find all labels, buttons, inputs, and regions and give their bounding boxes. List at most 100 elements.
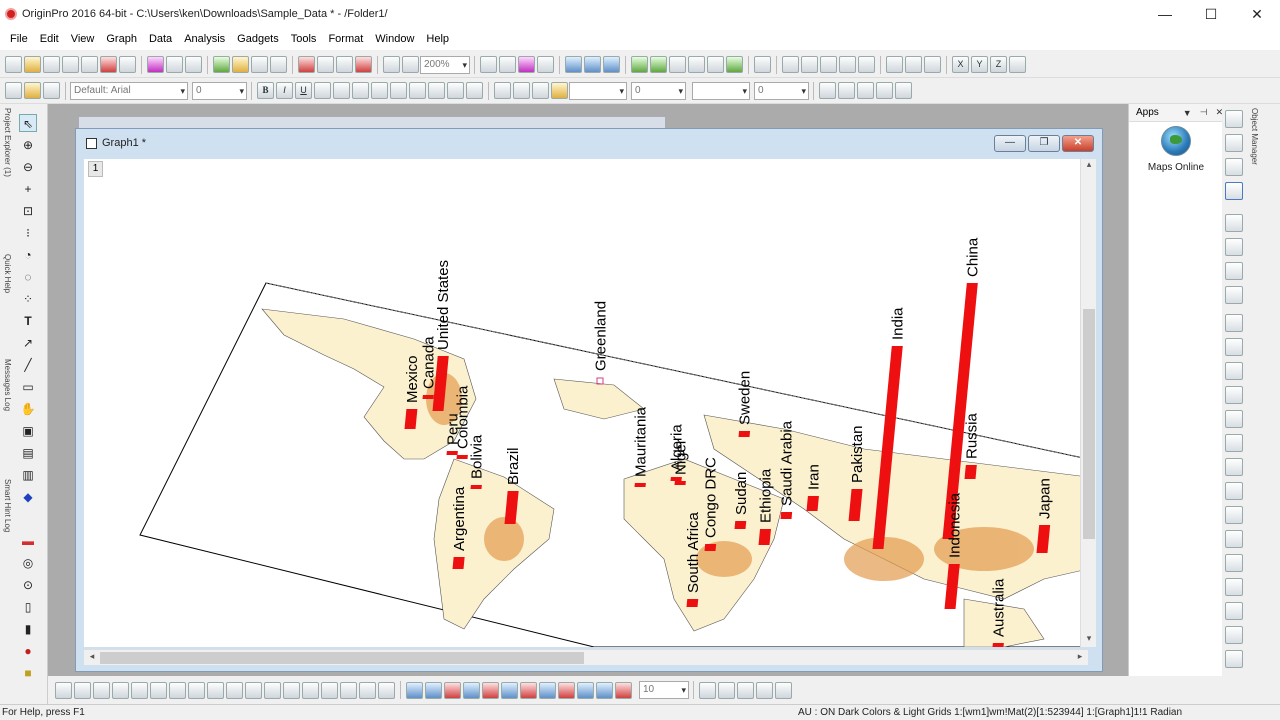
specialized-plot-icon[interactable] xyxy=(359,681,376,699)
group-icon[interactable] xyxy=(1225,434,1243,452)
left-align-icon[interactable] xyxy=(409,82,426,99)
line-symbol-icon[interactable] xyxy=(93,681,110,699)
arrow-tool-icon[interactable]: ↗ xyxy=(19,334,37,352)
graph-close-button[interactable]: ✕ xyxy=(1062,135,1094,152)
symbol-diamond-icon[interactable] xyxy=(482,681,499,699)
add-layer-icon[interactable] xyxy=(1225,214,1243,232)
export-icon[interactable] xyxy=(537,56,554,73)
right-align-icon[interactable] xyxy=(447,82,464,99)
extract-layers-icon[interactable] xyxy=(1225,286,1243,304)
symbol-cross-icon[interactable] xyxy=(520,681,537,699)
ungroup-icon[interactable] xyxy=(1225,458,1243,476)
align-top-icon[interactable] xyxy=(1225,362,1243,380)
graph-restore-button[interactable]: ❐ xyxy=(1028,135,1060,152)
minimize-button[interactable]: — xyxy=(1142,0,1188,28)
gradient-icon[interactable] xyxy=(838,82,855,99)
multi-panel-icon[interactable] xyxy=(264,681,281,699)
align-bottom-icon[interactable] xyxy=(1225,386,1243,404)
menu-graph[interactable]: Graph xyxy=(100,33,143,45)
table-icon[interactable] xyxy=(857,82,874,99)
graph-horizontal-scrollbar[interactable]: ◂ ▸ xyxy=(84,649,1088,665)
menu-file[interactable]: File xyxy=(4,33,34,45)
fill-icon[interactable] xyxy=(24,82,41,99)
flip-icon[interactable] xyxy=(1225,626,1243,644)
center-align-icon[interactable] xyxy=(428,82,445,99)
filter-remove-icon[interactable] xyxy=(905,56,922,73)
symbol-circle-icon[interactable] xyxy=(425,681,442,699)
scroll-up-icon[interactable]: ▴ xyxy=(1081,159,1097,173)
refresh-icon[interactable] xyxy=(499,56,516,73)
print-icon[interactable] xyxy=(480,56,497,73)
new-function-icon[interactable] xyxy=(81,56,98,73)
histogram-icon[interactable] xyxy=(245,681,262,699)
color-style-icon[interactable] xyxy=(756,681,773,699)
line-symbol-style-icon[interactable] xyxy=(737,681,754,699)
symbol-up-triangle-icon[interactable] xyxy=(444,681,461,699)
scatter-plot-icon[interactable] xyxy=(74,681,91,699)
area-plot-icon[interactable] xyxy=(169,681,186,699)
layer-icon[interactable]: ▣ xyxy=(19,422,37,440)
line-width-combo[interactable]: 0 xyxy=(631,81,686,100)
close-button[interactable]: ✕ xyxy=(1234,0,1280,28)
merge-graph-icon[interactable] xyxy=(1225,238,1243,256)
light-icon[interactable] xyxy=(551,82,568,99)
fill-symbol-icon[interactable] xyxy=(699,681,716,699)
scroll-left-icon[interactable]: ◂ xyxy=(84,651,100,665)
column-error-icon[interactable] xyxy=(858,56,875,73)
new-graph-icon[interactable] xyxy=(43,56,60,73)
import-multiple-ascii-icon[interactable] xyxy=(336,56,353,73)
open-template-icon[interactable] xyxy=(166,56,183,73)
align-center-icon[interactable] xyxy=(1225,410,1243,428)
subscript-icon[interactable] xyxy=(333,82,350,99)
quick-help-tab[interactable]: Quick Help xyxy=(0,254,12,293)
underline-button[interactable]: U xyxy=(295,82,312,99)
symbol-plus-icon[interactable] xyxy=(558,681,575,699)
messages-log-tab[interactable]: Messages Log xyxy=(0,359,12,411)
template-library-icon[interactable] xyxy=(283,681,300,699)
pattern-icon[interactable] xyxy=(513,82,530,99)
superscript-icon[interactable] xyxy=(314,82,331,99)
pattern-symbol-icon[interactable] xyxy=(718,681,735,699)
maps-online-app[interactable]: Maps Online xyxy=(1129,126,1223,173)
column-chart-icon[interactable] xyxy=(839,56,856,73)
new-notes-icon[interactable] xyxy=(100,56,117,73)
font-color-icon[interactable] xyxy=(466,82,483,99)
menu-help[interactable]: Help xyxy=(420,33,455,45)
align-right-icon[interactable] xyxy=(1225,338,1243,356)
back-icon[interactable] xyxy=(1225,506,1243,524)
refresh-layer-icon[interactable] xyxy=(1225,158,1243,176)
symbol-size-combo[interactable]: 10 xyxy=(639,681,689,699)
mask-points-icon[interactable]: ▤ xyxy=(19,444,37,462)
copy-page-icon[interactable] xyxy=(518,56,535,73)
column-plot-icon[interactable] xyxy=(112,681,129,699)
filter-icon[interactable] xyxy=(886,56,903,73)
menu-gadgets[interactable]: Gadgets xyxy=(231,33,285,45)
import-single-ascii-icon[interactable] xyxy=(317,56,334,73)
set-xy-icon[interactable] xyxy=(754,56,771,73)
resize-icon[interactable] xyxy=(775,681,792,699)
zoom-out-icon[interactable]: ⊖ xyxy=(19,158,37,176)
smart-hint-log-tab[interactable]: Smart Hint Log xyxy=(0,479,12,532)
add-new-column-icon[interactable] xyxy=(650,56,667,73)
new-matrix-icon[interactable] xyxy=(62,56,79,73)
notes-icon[interactable]: ▯ xyxy=(19,598,37,616)
record-icon[interactable]: ● xyxy=(19,642,37,660)
same-height-icon[interactable] xyxy=(1225,578,1243,596)
color-map-icon[interactable]: ▬ xyxy=(19,532,37,550)
screen-reader-icon[interactable]: ⊡ xyxy=(19,202,37,220)
same-width-icon[interactable] xyxy=(1225,554,1243,572)
column-plot-icon[interactable] xyxy=(820,56,837,73)
new-workbook-icon[interactable] xyxy=(24,56,41,73)
rotate-icon[interactable] xyxy=(1225,602,1243,620)
hand-tool-icon[interactable]: ✋ xyxy=(19,400,37,418)
arrange-layers-icon[interactable] xyxy=(1225,262,1243,280)
color-picker-icon[interactable]: ◆ xyxy=(19,488,37,506)
project-explorer-tab[interactable]: Project Explorer (1) xyxy=(0,108,12,177)
sort-icon[interactable] xyxy=(707,56,724,73)
duplicate-icon[interactable] xyxy=(402,56,419,73)
menu-tools[interactable]: Tools xyxy=(285,33,323,45)
align-left-icon[interactable] xyxy=(1225,314,1243,332)
font-size-combo[interactable]: 0 xyxy=(192,81,247,100)
zoom-combo[interactable]: 200% xyxy=(420,55,470,74)
3d-surface-icon[interactable] xyxy=(302,681,319,699)
